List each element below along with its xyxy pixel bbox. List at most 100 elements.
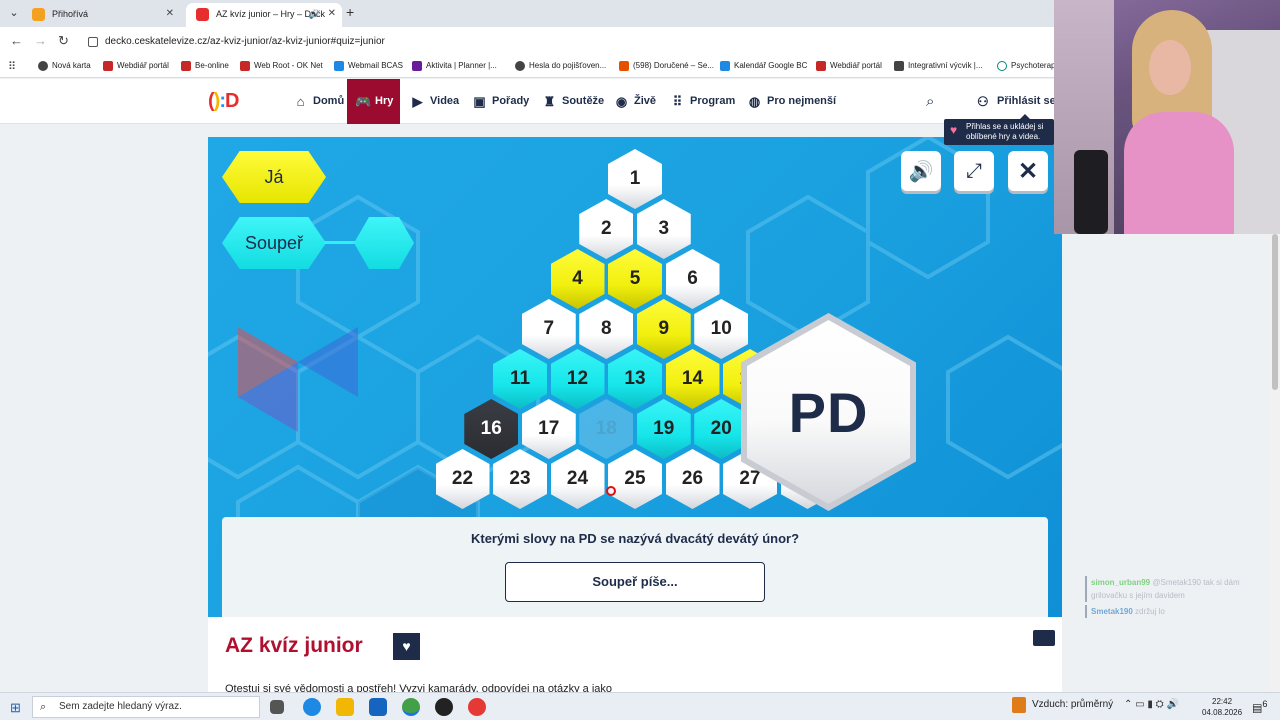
bookmark-item[interactable]: Web Root - OK Net [240,61,323,71]
task-view-icon[interactable] [270,700,284,714]
nav-videa[interactable]: ▶ Videa [410,79,460,124]
tab-strip: ⌄ Přihořívá ✕ AZ kvíz junior – Hry – Déč… [0,0,1056,27]
site-header: ():D ⌂ Domů 🎮 Hry ▶ Videa ▣ Pořady ♜ Soutěže … [0,79,1062,124]
home-icon: ⌂ [296,94,305,109]
nav-program[interactable]: ⠿ Program [670,79,736,124]
flame-icon [32,8,45,21]
bookmarks-bar: ⠿ Nová karta Webdiář portál Be-online We… [0,56,1056,78]
fullscreen-button[interactable]: ⤢ [954,151,994,191]
bookmark-icon [515,61,525,71]
reload-icon[interactable]: ↻ [58,33,69,49]
bookmark-item[interactable]: Nová karta [38,61,91,71]
webcam-overlay [1054,0,1280,234]
nav-hry[interactable]: 🎮 Hry [347,79,401,124]
chat-message: simon_urban99 @Smetak190 tak si dám gril… [1085,576,1275,602]
heart-icon: ♥ [402,638,411,654]
globe-icon: ◍ [748,94,761,109]
decko-icon [196,8,209,21]
page-scrollbar[interactable] [1270,234,1280,692]
file-explorer-icon[interactable] [336,698,354,716]
bookmark-item[interactable]: Hesla do pojišťoven... [515,61,606,71]
url-field[interactable]: decko.ceskatelevize.cz/az-kviz-junior/az… [84,31,1044,53]
weather-icon [1012,697,1026,713]
favorite-button[interactable]: ♥ [393,633,420,660]
close-game-button[interactable]: ✕ [1008,151,1048,191]
stream-chat: simon_urban99 @Smetak190 tak si dám gril… [1085,576,1275,621]
tab-prihoriva[interactable]: Přihořívá ✕ [22,3,180,27]
tab-label: Přihořívá [52,9,89,19]
bookmark-item[interactable]: Webmail BCAS [334,61,403,71]
decko-logo[interactable]: ():D [208,90,240,113]
new-tab-button[interactable]: + [346,4,354,20]
comment-icon[interactable] [1033,630,1055,646]
edge-icon[interactable] [303,698,321,716]
bookmark-item[interactable]: Psychoterap [997,61,1055,71]
url-text: decko.ceskatelevize.cz/az-kviz-junior/az… [105,36,385,47]
system-tray[interactable]: ⌃ ▭ ▮ ⛭ 🔊 [1124,699,1179,710]
windows-taskbar: ⊞ ⌕ Sem zadejte hledaný výraz. Vzduch: p… [0,692,1280,720]
bookmark-item[interactable]: Integrativní výcvik |... [894,61,983,71]
speaker-icon: 🔊 [908,160,934,183]
outlook-icon[interactable] [369,698,387,716]
clock-time: 22:42 [1212,697,1233,706]
close-icon[interactable]: ✕ [166,3,174,25]
user-icon: ⚇ [977,94,989,109]
trophy-icon: ♜ [543,94,556,109]
game-area: Já Soupeř 🔊 ⤢ ✕ 123456789101112131415161… [208,137,1062,617]
tab-az-kviz[interactable]: AZ kvíz junior – Hry – Déčk 🔊 ✕ [186,3,342,27]
weather-widget[interactable]: Vzduch: průměrný [1012,697,1113,713]
answer-input[interactable]: Soupeř píše... [505,562,765,602]
nav-porady[interactable]: ▣ Pořady [472,79,529,124]
not-allowed-cursor-icon [606,486,616,496]
question-text: Kterými slovy na PD se nazývá dvacátý de… [470,531,800,546]
player-me-badge: Já [222,151,326,203]
sound-button[interactable]: 🔊 [901,151,941,191]
apps-grid-icon[interactable]: ⠿ [8,60,16,73]
chrome-profile-icon[interactable] [468,698,486,716]
clock-date: 04.08.2026 [1202,708,1243,717]
bookmark-icon [103,61,113,71]
windows-start-icon[interactable]: ⊞ [10,700,21,716]
login-tooltip: ♥ Přihlas se a ukládej si oblíbené hry a… [944,114,1054,145]
bookmark-item[interactable]: Webdiář portál [103,61,169,71]
bookmark-icon [894,61,904,71]
clock[interactable]: 22:42 04.08.2026 [1202,696,1242,718]
search-icon[interactable]: ⌕ [926,93,934,110]
nav-souteze[interactable]: ♜ Soutěže [542,79,605,124]
bookmark-item[interactable]: Aktivita | Planner |... [412,61,497,71]
close-icon[interactable]: ✕ [328,3,336,25]
close-icon: ✕ [1017,157,1039,185]
nav-pro-nejmensi[interactable]: ◍ Pro nejmenší [747,79,836,124]
scroll-thumb[interactable] [1272,234,1278,390]
bookmark-icon [38,61,48,71]
site-info-icon[interactable] [88,37,98,47]
bookmark-item[interactable]: (598) Doručené – Se... [619,61,714,71]
forward-icon[interactable]: → [34,33,47,48]
back-icon[interactable]: ← [10,33,23,48]
gamepad-icon: 🎮 [355,94,372,109]
login-button[interactable]: ⚇ Přihlásit se [977,79,1056,124]
nav-zive[interactable]: ◉ Živě [614,79,656,124]
webcam-person-body [1124,112,1234,234]
bookmark-icon [720,61,730,71]
obs-icon[interactable] [435,698,453,716]
bookmark-item[interactable]: Webdiář portál [816,61,882,71]
speaker-icon[interactable]: 🔊 [309,3,320,25]
webcam-microphone [1074,150,1108,234]
bookmark-icon [240,61,250,71]
webcam-person-face [1149,40,1191,95]
bookmark-icon [412,61,422,71]
chat-message: Smetak190 zdržuj lo [1085,605,1275,618]
bookmark-icon [619,61,629,71]
nav-domu[interactable]: ⌂ Domů [293,79,345,124]
chrome-icon[interactable] [402,698,420,716]
taskbar-search-field[interactable]: ⌕ Sem zadejte hledaný výraz. [32,696,260,718]
fullscreen-icon: ⤢ [966,159,982,182]
bookmark-icon [997,61,1007,71]
bookmark-item[interactable]: Be-online [181,61,229,71]
tab-search-button[interactable]: ⌄ [5,5,23,21]
notifications-button[interactable]: ▤6 [1252,699,1268,715]
bookmark-item[interactable]: Kalendář Google BC [720,61,807,71]
grid-icon: ⠿ [672,94,683,109]
address-bar-row: ← → ↻ decko.ceskatelevize.cz/az-kviz-jun… [0,27,1056,56]
